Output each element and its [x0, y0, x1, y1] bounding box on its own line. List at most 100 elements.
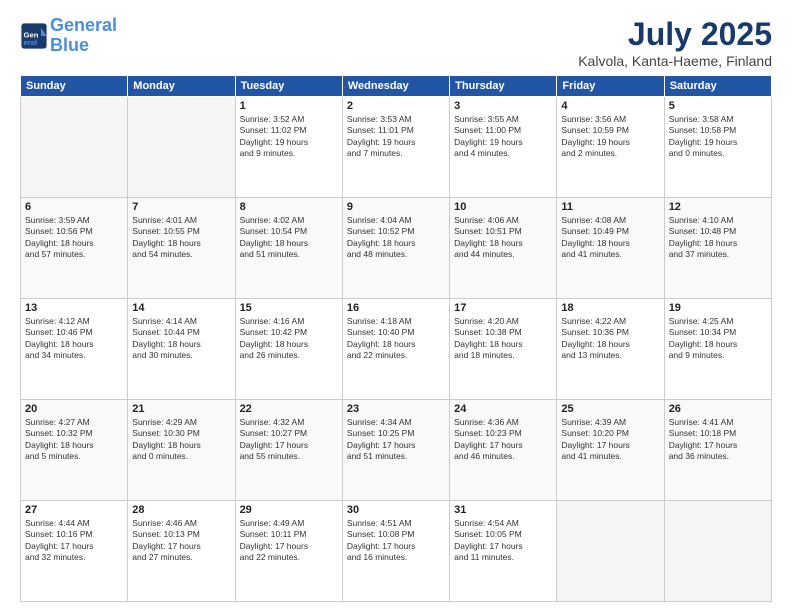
calendar-cell: 23Sunrise: 4:34 AM Sunset: 10:25 PM Dayl… [342, 400, 449, 501]
calendar-cell: 24 Sunrise: 4:36 AM Sunset: 10:23 PM Dayl… [450, 400, 557, 501]
calendar-cell: 20Sunrise: 4:27 AM Sunset: 10:32 PM Dayl… [21, 400, 128, 501]
day-info: Sunrise: 4:29 AM Sunset: 10:30 PM Daylig… [132, 417, 230, 463]
calendar-cell [664, 501, 771, 602]
day-number: 23 [347, 403, 445, 415]
calendar-cell: 9 Sunrise: 4:04 AM Sunset: 10:52 PM Dayli… [342, 198, 449, 299]
svg-text:eral: eral [24, 38, 38, 47]
day-number: 9 [347, 201, 445, 213]
logo-text: GeneralBlue [50, 16, 117, 56]
day-info: Sunrise: 3:56 AM Sunset: 10:59 PM Daylig… [561, 114, 659, 160]
calendar-table: SundayMondayTuesdayWednesdayThursdayFrid… [20, 75, 772, 602]
day-info: Sunrise: 4:22 AM Sunset: 10:36 PM Daylig… [561, 316, 659, 362]
day-number: 18 [561, 302, 659, 314]
calendar-cell: 29 Sunrise: 4:49 AM Sunset: 10:11 PM Dayl… [235, 501, 342, 602]
day-info: Sunrise: 4:04 AM Sunset: 10:52 PM Daylig… [347, 215, 445, 261]
calendar-cell: 13Sunrise: 4:12 AM Sunset: 10:46 PM Dayl… [21, 299, 128, 400]
day-number: 12 [669, 201, 767, 213]
day-info: Sunrise: 4:18 AM Sunset: 10:40 PM Daylig… [347, 316, 445, 362]
day-header-saturday: Saturday [664, 76, 771, 97]
day-number: 29 [240, 504, 338, 516]
calendar-cell: 2 Sunrise: 3:53 AM Sunset: 11:01 PM Dayli… [342, 97, 449, 198]
day-info: Sunrise: 4:08 AM Sunset: 10:49 PM Daylig… [561, 215, 659, 261]
day-info: Sunrise: 4:46 AM Sunset: 10:13 PM Daylig… [132, 518, 230, 564]
day-info: Sunrise: 4:41 AM Sunset: 10:18 PM Daylig… [669, 417, 767, 463]
week-row-3: 13Sunrise: 4:12 AM Sunset: 10:46 PM Dayl… [21, 299, 772, 400]
day-number: 25 [561, 403, 659, 415]
calendar-cell: 21 Sunrise: 4:29 AM Sunset: 10:30 PM Dayl… [128, 400, 235, 501]
day-info: Sunrise: 4:01 AM Sunset: 10:55 PM Daylig… [132, 215, 230, 261]
week-row-5: 27 Sunrise: 4:44 AM Sunset: 10:16 PM Dayl… [21, 501, 772, 602]
day-info: Sunrise: 4:02 AM Sunset: 10:54 PM Daylig… [240, 215, 338, 261]
title-block: July 2025 Kalvola, Kanta-Haeme, Finland [578, 16, 772, 69]
week-row-1: 1Sunrise: 3:52 AM Sunset: 11:02 PM Dayli… [21, 97, 772, 198]
day-number: 28 [132, 504, 230, 516]
day-number: 16 [347, 302, 445, 314]
week-row-2: 6Sunrise: 3:59 AM Sunset: 10:56 PM Dayli… [21, 198, 772, 299]
calendar-cell: 6Sunrise: 3:59 AM Sunset: 10:56 PM Dayli… [21, 198, 128, 299]
calendar-cell: 14 Sunrise: 4:14 AM Sunset: 10:44 PM Dayl… [128, 299, 235, 400]
calendar-cell: 10 Sunrise: 4:06 AM Sunset: 10:51 PM Dayl… [450, 198, 557, 299]
calendar-cell [128, 97, 235, 198]
day-info: Sunrise: 4:54 AM Sunset: 10:05 PM Daylig… [454, 518, 552, 564]
day-number: 10 [454, 201, 552, 213]
calendar-cell: 11 Sunrise: 4:08 AM Sunset: 10:49 PM Dayl… [557, 198, 664, 299]
day-number: 21 [132, 403, 230, 415]
calendar-cell: 8 Sunrise: 4:02 AM Sunset: 10:54 PM Dayli… [235, 198, 342, 299]
calendar-cell: 31 Sunrise: 4:54 AM Sunset: 10:05 PM Dayl… [450, 501, 557, 602]
day-number: 14 [132, 302, 230, 314]
calendar-cell: 3 Sunrise: 3:55 AM Sunset: 11:00 PM Dayli… [450, 97, 557, 198]
location-subtitle: Kalvola, Kanta-Haeme, Finland [578, 53, 772, 69]
day-number: 31 [454, 504, 552, 516]
day-info: Sunrise: 4:36 AM Sunset: 10:23 PM Daylig… [454, 417, 552, 463]
day-number: 19 [669, 302, 767, 314]
logo: Gen eral GeneralBlue [20, 16, 117, 56]
calendar-cell: 5 Sunrise: 3:58 AM Sunset: 10:58 PM Dayli… [664, 97, 771, 198]
calendar-cell: 16 Sunrise: 4:18 AM Sunset: 10:40 PM Dayl… [342, 299, 449, 400]
day-info: Sunrise: 3:58 AM Sunset: 10:58 PM Daylig… [669, 114, 767, 160]
day-info: Sunrise: 3:52 AM Sunset: 11:02 PM Daylig… [240, 114, 338, 160]
calendar-cell: 22Sunrise: 4:32 AM Sunset: 10:27 PM Dayl… [235, 400, 342, 501]
day-info: Sunrise: 4:44 AM Sunset: 10:16 PM Daylig… [25, 518, 123, 564]
day-info: Sunrise: 4:06 AM Sunset: 10:51 PM Daylig… [454, 215, 552, 261]
calendar-cell [21, 97, 128, 198]
calendar-cell [557, 501, 664, 602]
day-number: 24 [454, 403, 552, 415]
day-number: 3 [454, 100, 552, 112]
day-info: Sunrise: 4:51 AM Sunset: 10:08 PM Daylig… [347, 518, 445, 564]
day-info: Sunrise: 4:25 AM Sunset: 10:34 PM Daylig… [669, 316, 767, 362]
day-info: Sunrise: 4:12 AM Sunset: 10:46 PM Daylig… [25, 316, 123, 362]
day-info: Sunrise: 4:20 AM Sunset: 10:38 PM Daylig… [454, 316, 552, 362]
logo-icon: Gen eral [20, 22, 48, 50]
day-number: 7 [132, 201, 230, 213]
day-header-monday: Monday [128, 76, 235, 97]
day-header-wednesday: Wednesday [342, 76, 449, 97]
day-number: 8 [240, 201, 338, 213]
day-number: 5 [669, 100, 767, 112]
day-number: 15 [240, 302, 338, 314]
day-number: 2 [347, 100, 445, 112]
calendar-cell: 12Sunrise: 4:10 AM Sunset: 10:48 PM Dayl… [664, 198, 771, 299]
day-number: 27 [25, 504, 123, 516]
day-info: Sunrise: 3:59 AM Sunset: 10:56 PM Daylig… [25, 215, 123, 261]
day-info: Sunrise: 4:14 AM Sunset: 10:44 PM Daylig… [132, 316, 230, 362]
calendar-cell: 4 Sunrise: 3:56 AM Sunset: 10:59 PM Dayli… [557, 97, 664, 198]
day-header-thursday: Thursday [450, 76, 557, 97]
day-info: Sunrise: 3:55 AM Sunset: 11:00 PM Daylig… [454, 114, 552, 160]
day-info: Sunrise: 4:49 AM Sunset: 10:11 PM Daylig… [240, 518, 338, 564]
calendar-cell: 30 Sunrise: 4:51 AM Sunset: 10:08 PM Dayl… [342, 501, 449, 602]
day-header-friday: Friday [557, 76, 664, 97]
day-number: 26 [669, 403, 767, 415]
day-number: 11 [561, 201, 659, 213]
day-number: 4 [561, 100, 659, 112]
day-number: 20 [25, 403, 123, 415]
calendar-cell: 28 Sunrise: 4:46 AM Sunset: 10:13 PM Dayl… [128, 501, 235, 602]
calendar-cell: 18 Sunrise: 4:22 AM Sunset: 10:36 PM Dayl… [557, 299, 664, 400]
calendar-cell: 7 Sunrise: 4:01 AM Sunset: 10:55 PM Dayli… [128, 198, 235, 299]
calendar-cell: 26 Sunrise: 4:41 AM Sunset: 10:18 PM Dayl… [664, 400, 771, 501]
day-number: 30 [347, 504, 445, 516]
calendar-header-row: SundayMondayTuesdayWednesdayThursdayFrid… [21, 76, 772, 97]
day-info: Sunrise: 3:53 AM Sunset: 11:01 PM Daylig… [347, 114, 445, 160]
calendar-cell: 19 Sunrise: 4:25 AM Sunset: 10:34 PM Dayl… [664, 299, 771, 400]
day-info: Sunrise: 4:16 AM Sunset: 10:42 PM Daylig… [240, 316, 338, 362]
week-row-4: 20Sunrise: 4:27 AM Sunset: 10:32 PM Dayl… [21, 400, 772, 501]
